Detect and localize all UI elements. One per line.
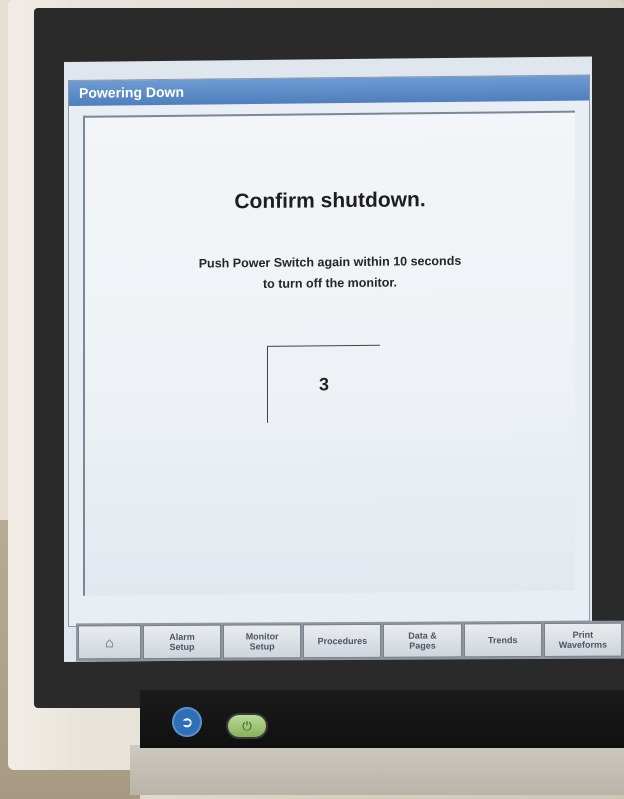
- confirm-heading: Confirm shutdown.: [234, 188, 426, 214]
- home-button[interactable]: ⌂: [78, 625, 141, 660]
- print-waveforms-button[interactable]: Print Waveforms: [543, 622, 622, 657]
- monitor-setup-button[interactable]: Monitor Setup: [223, 624, 302, 659]
- hardware-control-strip: [140, 690, 624, 748]
- dialog-content: Confirm shutdown. Push Power Switch agai…: [83, 110, 575, 596]
- alarm-setup-button[interactable]: Alarm Setup: [142, 624, 222, 660]
- trends-button[interactable]: Trends: [463, 622, 542, 658]
- countdown-display: 3: [267, 344, 380, 423]
- instruction-line-1: Push Power Switch again within 10 second…: [198, 253, 462, 271]
- navigation-knob-icon[interactable]: ➲: [172, 707, 202, 737]
- instruction-line-2: to turn off the monitor.: [262, 275, 397, 291]
- power-switch-icon[interactable]: ⏻: [228, 715, 266, 737]
- procedures-button[interactable]: Procedures: [303, 623, 382, 659]
- dialog-title: Powering Down: [69, 75, 589, 106]
- data-pages-button[interactable]: Data & Pages: [383, 623, 462, 658]
- main-taskbar: ⌂ Alarm Setup Monitor Setup Procedures D…: [76, 620, 624, 662]
- monitor-base: [130, 745, 624, 795]
- home-icon: ⌂: [105, 634, 114, 651]
- powering-down-dialog: Powering Down Confirm shutdown. Push Pow…: [68, 74, 590, 627]
- monitor-screen: Powering Down Confirm shutdown. Push Pow…: [64, 56, 592, 663]
